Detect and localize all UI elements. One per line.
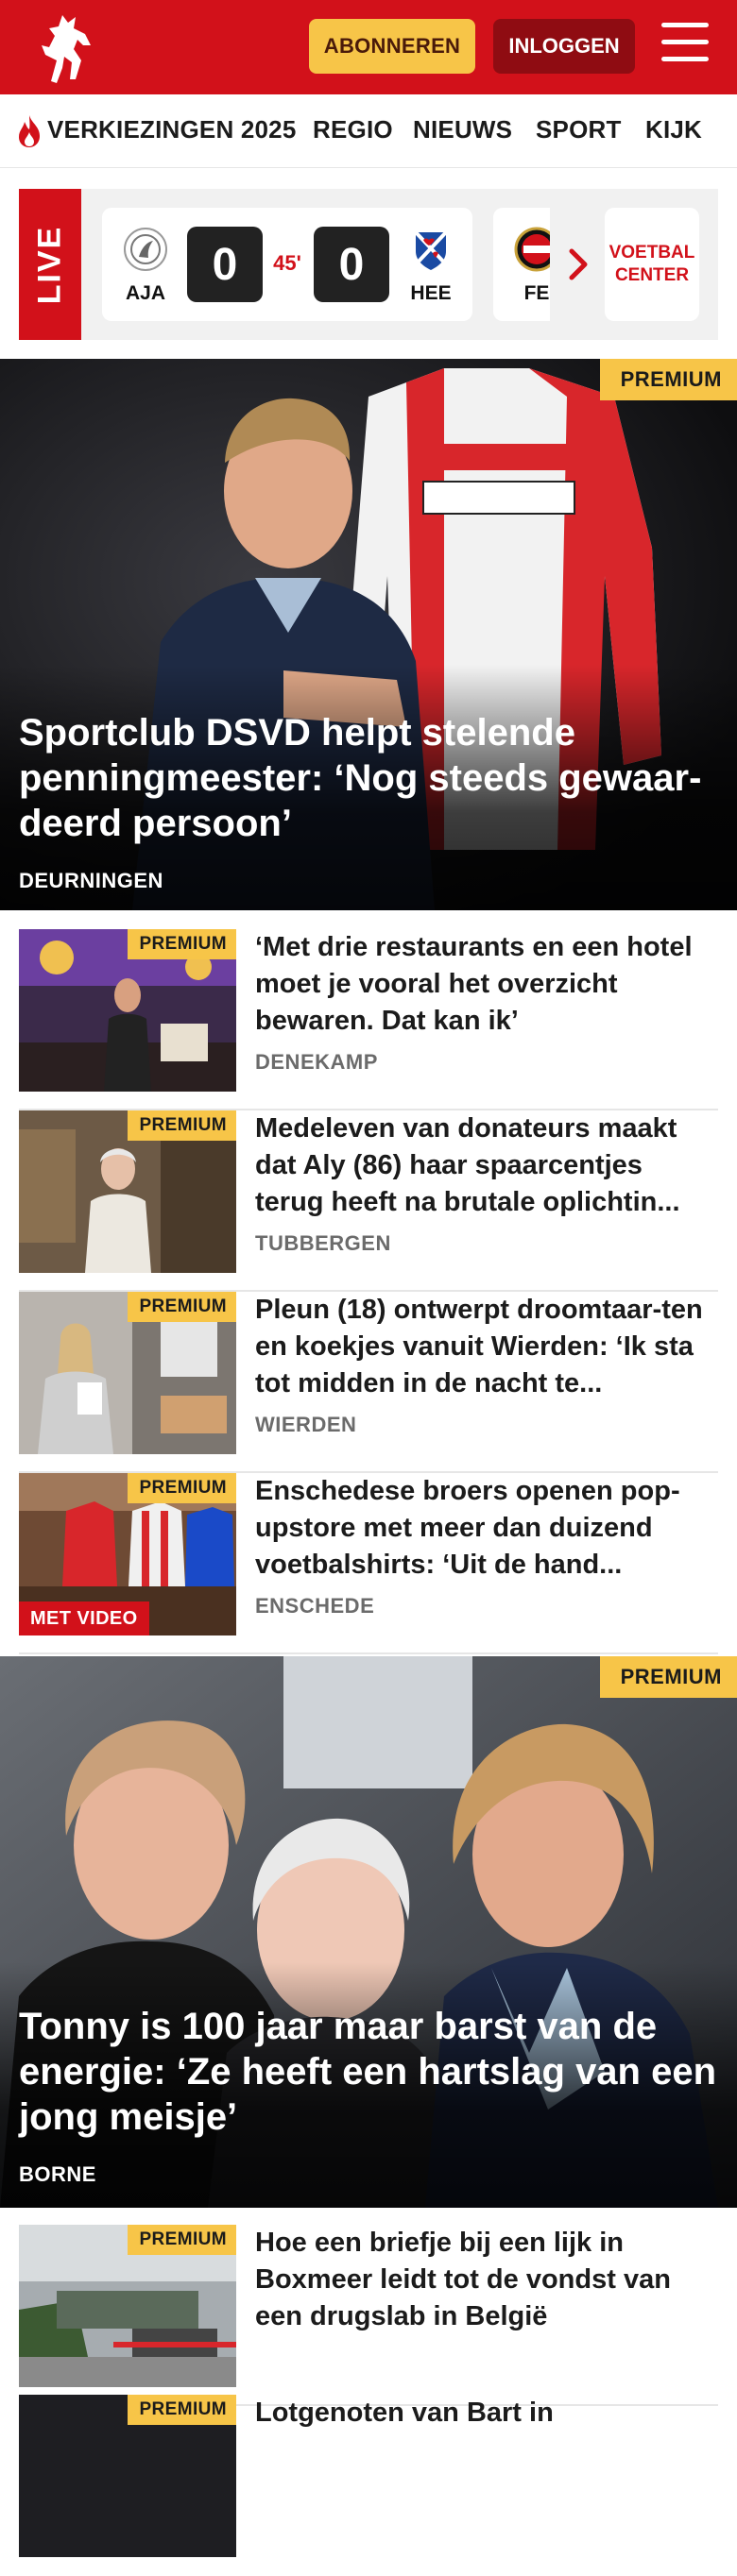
hamburger-menu-icon[interactable] — [661, 23, 711, 68]
flame-icon — [19, 115, 40, 147]
hero-location: DEURNINGEN — [19, 869, 163, 892]
chevron-right-icon — [569, 248, 588, 280]
live-label: LIVE — [19, 189, 81, 340]
premium-badge: PREMIUM — [128, 929, 236, 959]
article-title[interactable]: Medeleven van donateurs maakt dat Aly (8… — [255, 1110, 718, 1221]
list-item[interactable]: PREMIUM Hoe een briefje bij een lijk in … — [19, 2225, 718, 2406]
premium-badge: PREMIUM — [128, 2395, 236, 2425]
hero-article[interactable]: PREMIUM Tonny is 100 jaar maar barst van… — [0, 1656, 737, 2208]
match-minute: 45' — [273, 251, 301, 275]
article-thumbnail: PREMIUM MET VIDEO — [19, 1473, 236, 1635]
match-card[interactable]: AJA 0 45' 0 HEE — [102, 208, 472, 321]
list-item[interactable]: PREMIUM MET VIDEO Enschedese broers open… — [19, 1473, 718, 1654]
list-item[interactable]: PREMIUM Lotgenoten van Bart in — [19, 2395, 718, 2576]
nav-item-kijk[interactable]: KIJK — [645, 115, 702, 144]
nav-item-verkiezingen[interactable]: VERKIEZINGEN 2025 — [47, 115, 297, 144]
ajax-badge-icon — [124, 228, 167, 271]
article-location: DENEKAMP — [255, 1050, 378, 1074]
hero-location: BORNE — [19, 2162, 96, 2186]
video-badge: MET VIDEO — [19, 1602, 149, 1635]
subscribe-button[interactable]: ABONNEREN — [309, 19, 475, 74]
voetbal-center-button[interactable]: VOETBAL CENTER — [605, 208, 699, 321]
article-location: ENSCHEDE — [255, 1594, 375, 1618]
login-button[interactable]: INLOGGEN — [493, 19, 635, 74]
horse-logo-icon[interactable] — [32, 8, 100, 87]
list-item[interactable]: PREMIUM Pleun (18) ontwerpt droomtaar-te… — [19, 1292, 718, 1473]
hero-article[interactable]: PREMIUM Sportclub DSVD helpt stelende pe… — [0, 359, 737, 910]
away-score: 0 — [314, 227, 389, 302]
away-club-abbr: HEE — [410, 282, 452, 304]
nav-item-regio[interactable]: REGIO — [313, 115, 393, 144]
article-title[interactable]: Pleun (18) ontwerpt droomtaar-ten en koe… — [255, 1292, 718, 1402]
nav-item-nieuws[interactable]: NIEUWS — [413, 115, 512, 144]
article-title[interactable]: ‘Met drie restaurants en een hotel moet … — [255, 929, 718, 1040]
article-title[interactable]: Hoe een briefje bij een lijk in Boxmeer … — [255, 2225, 718, 2335]
list-item[interactable]: PREMIUM Medeleven van donateurs maakt da… — [19, 1110, 718, 1292]
article-thumbnail: PREMIUM — [19, 929, 236, 1092]
premium-badge: PREMIUM — [128, 1292, 236, 1322]
section-nav: VERKIEZINGEN 2025 REGIO NIEUWS SPORT KIJ… — [0, 94, 737, 168]
away-club: HEE — [403, 227, 459, 305]
premium-badge: PREMIUM — [599, 359, 737, 400]
article-title[interactable]: Enschedese broers openen pop-upstore met… — [255, 1473, 718, 1584]
home-club: AJA — [117, 227, 174, 305]
feyenoord-badge-icon — [514, 227, 550, 272]
article-thumbnail: PREMIUM — [19, 2225, 236, 2387]
live-scores-bar: LIVE AJA 0 45' 0 HEE FE VOETBAL CENTER — [19, 189, 718, 340]
nav-item-sport[interactable]: SPORT — [536, 115, 622, 144]
article-thumbnail: PREMIUM — [19, 1292, 236, 1454]
next-match-card[interactable]: FE — [493, 208, 550, 321]
premium-badge: PREMIUM — [128, 2225, 236, 2255]
home-club-abbr: AJA — [125, 282, 165, 304]
premium-badge: PREMIUM — [599, 1656, 737, 1698]
scroll-right-button[interactable] — [550, 208, 607, 321]
list-item[interactable]: PREMIUM ‘Met drie restaurants en een hot… — [19, 929, 718, 1110]
article-thumbnail: PREMIUM — [19, 1110, 236, 1273]
premium-badge: PREMIUM — [128, 1110, 236, 1141]
premium-badge: PREMIUM — [128, 1473, 236, 1503]
article-title[interactable]: Lotgenoten van Bart in — [255, 2395, 718, 2432]
article-location: WIERDEN — [255, 1413, 357, 1436]
article-location: TUBBERGEN — [255, 1231, 391, 1255]
next-club-abbr: FE — [523, 282, 550, 304]
heerenveen-badge-icon — [414, 230, 448, 270]
article-thumbnail: PREMIUM — [19, 2395, 236, 2557]
next-club: FE — [508, 227, 550, 305]
hero-title[interactable]: Tonny is 100 jaar maar barst van de ener… — [19, 2004, 718, 2140]
home-score: 0 — [187, 227, 263, 302]
site-header: ABONNEREN INLOGGEN — [0, 0, 737, 94]
hero-title[interactable]: Sportclub DSVD helpt stelende penningmee… — [19, 710, 718, 846]
